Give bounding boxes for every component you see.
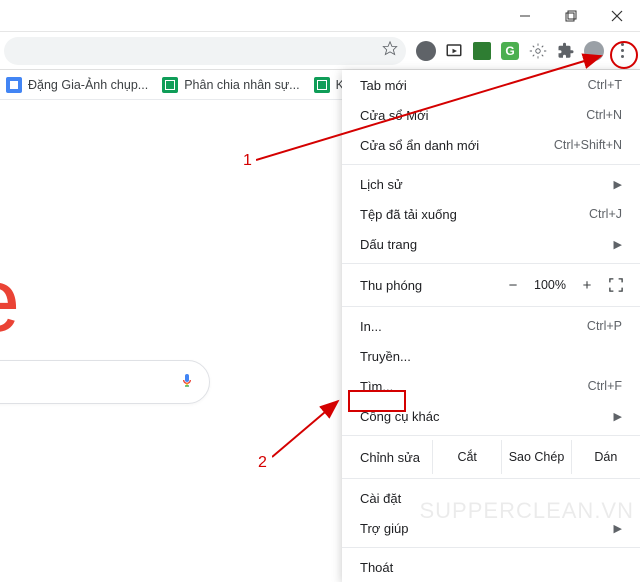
google-logo-fragment: e bbox=[0, 250, 16, 353]
shortcut: Ctrl+F bbox=[588, 379, 622, 393]
menu-separator bbox=[342, 306, 640, 307]
menu-copy[interactable]: Sao Chép bbox=[501, 440, 570, 474]
menu-label: Thoát bbox=[360, 560, 622, 575]
grammarly-ext-icon[interactable]: G bbox=[496, 37, 524, 65]
app-menu-button[interactable] bbox=[608, 37, 636, 65]
submenu-arrow-icon: ▶ bbox=[614, 238, 622, 251]
menu-cut[interactable]: Cắt bbox=[432, 440, 501, 474]
menu-label: Dấu trang bbox=[360, 237, 606, 252]
menu-label: In... bbox=[360, 319, 587, 334]
shortcut: Ctrl+Shift+N bbox=[554, 138, 622, 152]
bookmark-item[interactable]: Đặng Gia-Ảnh chụp... bbox=[6, 77, 148, 93]
profile-icon[interactable] bbox=[412, 37, 440, 65]
menu-find[interactable]: Tìm...Ctrl+F bbox=[342, 371, 640, 401]
menu-paste[interactable]: Dán bbox=[571, 440, 640, 474]
menu-separator bbox=[342, 263, 640, 264]
menu-label: Tab mới bbox=[360, 78, 588, 93]
menu-more-tools[interactable]: Công cụ khác ▶ bbox=[342, 401, 640, 431]
menu-bookmarks[interactable]: Dấu trang ▶ bbox=[342, 229, 640, 259]
menu-label: Lịch sử bbox=[360, 177, 606, 192]
window-titlebar bbox=[0, 0, 640, 32]
menu-new-window[interactable]: Cửa sổ MớiCtrl+N bbox=[342, 100, 640, 130]
menu-separator bbox=[342, 164, 640, 165]
window-close-button[interactable] bbox=[594, 0, 640, 32]
sheet-icon bbox=[162, 77, 178, 93]
cast-ext-icon[interactable] bbox=[440, 37, 468, 65]
shortcut: Ctrl+P bbox=[587, 319, 622, 333]
bookmark-label: Đặng Gia-Ảnh chụp... bbox=[28, 78, 148, 92]
menu-cast[interactable]: Truyền... bbox=[342, 341, 640, 371]
bookmark-label: Phân chia nhân sự... bbox=[184, 78, 299, 92]
fullscreen-button[interactable] bbox=[602, 274, 630, 296]
shortcut: Ctrl+N bbox=[586, 108, 622, 122]
menu-label: Cửa sổ ẩn danh mới bbox=[360, 138, 554, 153]
watermark: SUPPERCLEAN.VN bbox=[419, 498, 634, 524]
menu-label: Tệp đã tải xuống bbox=[360, 207, 589, 222]
menu-edit-row: Chỉnh sửa Cắt Sao Chép Dán bbox=[342, 440, 640, 474]
shortcut: Ctrl+J bbox=[589, 207, 622, 221]
extensions-icon[interactable] bbox=[552, 37, 580, 65]
menu-separator bbox=[342, 478, 640, 479]
menu-separator bbox=[342, 435, 640, 436]
gear-ext-icon[interactable] bbox=[524, 37, 552, 65]
zoom-in-button[interactable]: + bbox=[572, 277, 602, 294]
bookmark-item[interactable]: Phân chia nhân sự... bbox=[162, 77, 299, 93]
doc-icon bbox=[6, 77, 22, 93]
menu-zoom-row: Thu phóng − 100% + bbox=[342, 268, 640, 302]
shortcut: Ctrl+T bbox=[588, 78, 622, 92]
menu-label: Thu phóng bbox=[360, 278, 498, 293]
avatar-icon[interactable] bbox=[580, 37, 608, 65]
submenu-arrow-icon: ▶ bbox=[614, 410, 622, 423]
menu-label: Truyền... bbox=[360, 349, 622, 364]
menu-label: Công cụ khác bbox=[360, 409, 606, 424]
bookmark-star-icon[interactable] bbox=[382, 40, 398, 61]
menu-new-tab[interactable]: Tab mớiCtrl+T bbox=[342, 70, 640, 100]
menu-history[interactable]: Lịch sử ▶ bbox=[342, 169, 640, 199]
window-restore-button[interactable] bbox=[548, 0, 594, 32]
voice-search-icon[interactable] bbox=[179, 370, 195, 395]
menu-exit[interactable]: Thoát bbox=[342, 552, 640, 582]
omnibox[interactable] bbox=[4, 37, 406, 65]
menu-label: Chỉnh sửa bbox=[342, 450, 432, 465]
menu-downloads[interactable]: Tệp đã tải xuốngCtrl+J bbox=[342, 199, 640, 229]
menu-incognito[interactable]: Cửa sổ ẩn danh mớiCtrl+Shift+N bbox=[342, 130, 640, 160]
google-search-box[interactable] bbox=[0, 360, 210, 404]
menu-label: Cửa sổ Mới bbox=[360, 108, 586, 123]
green-ext-icon[interactable] bbox=[468, 37, 496, 65]
zoom-value: 100% bbox=[528, 278, 572, 292]
sheet-icon bbox=[314, 77, 330, 93]
browser-toolbar: G bbox=[0, 32, 640, 70]
zoom-out-button[interactable]: − bbox=[498, 277, 528, 294]
menu-separator bbox=[342, 547, 640, 548]
submenu-arrow-icon: ▶ bbox=[614, 178, 622, 191]
menu-label: Tìm... bbox=[360, 379, 588, 394]
menu-print[interactable]: In...Ctrl+P bbox=[342, 311, 640, 341]
window-minimize-button[interactable] bbox=[502, 0, 548, 32]
